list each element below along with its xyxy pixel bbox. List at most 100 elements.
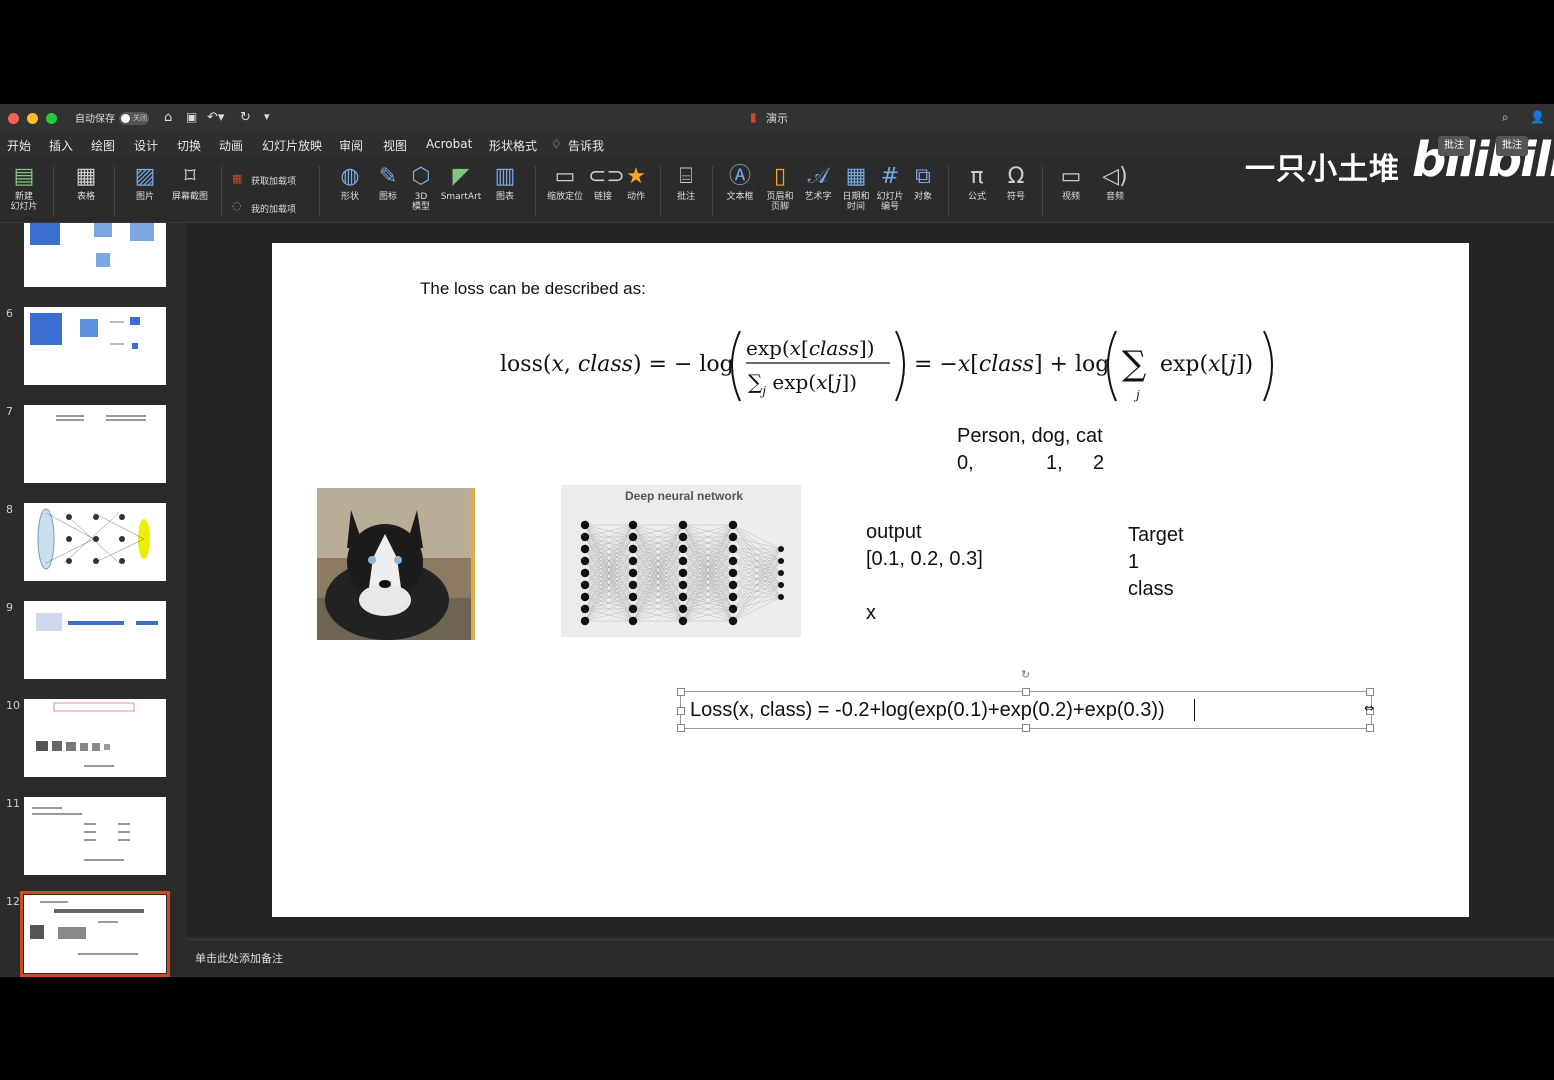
3d-model-button[interactable]: ⬡ 3D 模型 <box>405 162 437 212</box>
account-icon[interactable]: 👤 <box>1530 110 1545 124</box>
dnn-neuron <box>728 592 738 602</box>
zoom-icon: ▭ <box>554 164 576 189</box>
slide-thumbnail-selected[interactable] <box>20 891 170 977</box>
tab-home[interactable]: 开始 <box>7 137 31 154</box>
tab-acrobat[interactable]: Acrobat <box>426 137 472 151</box>
class-label[interactable]: class <box>1128 578 1174 601</box>
smartart-button[interactable]: ◤ SmartArt <box>438 162 484 202</box>
tab-slideshow[interactable]: 幻灯片放映 <box>262 137 322 154</box>
minimize-window-button[interactable] <box>27 113 38 124</box>
resize-handle[interactable] <box>677 707 685 715</box>
dnn-neuron <box>678 568 688 578</box>
new-slide-button[interactable]: ▤ 新建 幻灯片 <box>4 162 44 212</box>
dnn-neuron <box>628 568 638 578</box>
loss-intro-text[interactable]: The loss can be described as: <box>420 279 646 299</box>
slide-thumbnail[interactable] <box>24 601 166 679</box>
shapes-button[interactable]: ◍ 形状 <box>330 162 370 202</box>
textbox-button[interactable]: Ⓐ 文本框 <box>720 162 760 202</box>
comment-button[interactable]: ⌸ 批注 <box>668 162 704 202</box>
resize-handle[interactable] <box>1022 724 1030 732</box>
dnn-diagram[interactable]: Deep neural network <box>561 485 801 637</box>
tab-design[interactable]: 设计 <box>134 137 158 154</box>
zoom-button[interactable]: ▭ 缩放定位 <box>543 162 587 202</box>
table-button[interactable]: ▦ 表格 <box>64 162 108 202</box>
resize-cursor-icon: ⇔ <box>1364 701 1375 715</box>
save-icon[interactable]: ▣ <box>186 110 197 124</box>
home-icon[interactable]: ⌂ <box>164 110 172 125</box>
slide-12[interactable]: The loss can be described as: loss(x, cl… <box>272 243 1469 917</box>
class-index-0[interactable]: 0, <box>957 452 974 475</box>
notes-pane[interactable]: 单击此处添加备注 <box>187 939 1554 977</box>
screenshot-button[interactable]: ⌑ 屏幕截图 <box>168 162 212 202</box>
autosave-toggle[interactable]: 关闭 <box>119 112 149 125</box>
husky-photo[interactable] <box>317 488 475 640</box>
action-button[interactable]: ★ 动作 <box>620 162 652 202</box>
target-value[interactable]: 1 <box>1128 551 1139 574</box>
comment-toggle-button[interactable]: 批注 <box>1438 136 1470 156</box>
equation-button[interactable]: π 公式 <box>956 162 998 202</box>
icons-button[interactable]: ✎ 图标 <box>370 162 406 202</box>
resize-handle[interactable] <box>677 724 685 732</box>
tell-me-search[interactable]: 告诉我 <box>568 137 604 154</box>
slide-thumbnail[interactable] <box>24 699 166 777</box>
shapes-icon: ◍ <box>340 164 360 189</box>
object-button[interactable]: ⧉ 对象 <box>907 162 939 202</box>
tab-shape-format[interactable]: 形状格式 <box>489 137 537 154</box>
tab-insert[interactable]: 插入 <box>49 137 74 158</box>
tab-view[interactable]: 视图 <box>383 137 407 154</box>
my-addins-button[interactable]: 我的加载项 <box>251 202 296 215</box>
dnn-neuron <box>678 604 688 614</box>
x-label[interactable]: x <box>866 602 876 625</box>
tab-transitions[interactable]: 切换 <box>177 137 201 154</box>
close-window-button[interactable] <box>8 113 19 124</box>
rotate-handle-icon[interactable]: ↻ <box>1021 668 1030 681</box>
symbol-button[interactable]: Ω 符号 <box>998 162 1034 202</box>
watermark-text: 一只小土堆 <box>1245 152 1400 187</box>
slide-thumbnail[interactable] <box>24 307 166 385</box>
slide-thumbnail[interactable] <box>24 503 166 581</box>
slide-thumbnail[interactable] <box>24 797 166 875</box>
undo-icon[interactable]: ↶▾ <box>207 110 224 125</box>
resize-handle[interactable] <box>1366 688 1374 696</box>
dnn-neuron <box>778 558 784 564</box>
dnn-neuron <box>580 544 590 554</box>
maximize-window-button[interactable] <box>46 113 57 124</box>
notes-placeholder[interactable]: 单击此处添加备注 <box>195 950 283 966</box>
loss-equation-text[interactable]: Loss(x, class) = -0.2+log(exp(0.1)+exp(0… <box>690 699 1165 722</box>
comments-pane-button[interactable]: 批注 <box>1496 136 1528 156</box>
video-button[interactable]: ▭ 视频 <box>1050 162 1092 202</box>
resize-handle[interactable] <box>677 688 685 696</box>
slide-thumbnail-panel[interactable]: 6 7 8 9 10 11 12 <box>0 223 186 977</box>
document-title[interactable]: 演示 <box>766 110 788 126</box>
cross-entropy-formula[interactable]: loss(x, class) = − log exp(x[class]) ∑j … <box>492 319 1282 409</box>
tab-draw[interactable]: 绘图 <box>91 137 115 154</box>
tab-animations[interactable]: 动画 <box>219 137 243 154</box>
resize-handle[interactable] <box>1022 688 1030 696</box>
tab-review[interactable]: 审阅 <box>339 137 363 154</box>
slide-number-button[interactable]: # 幻灯片 编号 <box>873 162 907 212</box>
picture-button[interactable]: ▨ 图片 <box>124 162 166 202</box>
datetime-button[interactable]: ▦ 日期和 时间 <box>838 162 874 212</box>
dnn-neuron <box>728 520 738 530</box>
resize-handle[interactable] <box>1366 724 1374 732</box>
customize-toolbar-icon[interactable]: ▾ <box>264 110 270 123</box>
header-footer-button[interactable]: ▯ 页眉和 页脚 <box>762 162 798 212</box>
search-icon[interactable]: ⌕ <box>1502 110 1509 125</box>
class-index-1[interactable]: 1, <box>1046 452 1063 475</box>
slide-thumbnail[interactable] <box>24 223 166 287</box>
audio-button[interactable]: ◁) 音频 <box>1094 162 1136 202</box>
output-label[interactable]: output <box>866 521 922 544</box>
svg-text:j: j <box>1133 388 1140 402</box>
target-label[interactable]: Target <box>1128 524 1184 547</box>
chart-button[interactable]: ▥ 图表 <box>485 162 525 202</box>
get-addins-button[interactable]: 获取加载项 <box>251 174 296 187</box>
dnn-neuron <box>628 520 638 530</box>
bilibili-logo: bilibili <box>1412 132 1554 188</box>
slide-thumbnail[interactable] <box>24 405 166 483</box>
output-values[interactable]: [0.1, 0.2, 0.3] <box>866 548 983 571</box>
class-names-text[interactable]: Person, dog, cat <box>957 425 1103 448</box>
link-button[interactable]: ⊂⊃ 链接 <box>588 162 625 202</box>
wordart-button[interactable]: 𝒜 艺术字 <box>800 162 836 202</box>
class-index-2[interactable]: 2 <box>1093 452 1104 475</box>
redo-icon[interactable]: ↻ <box>240 110 251 125</box>
